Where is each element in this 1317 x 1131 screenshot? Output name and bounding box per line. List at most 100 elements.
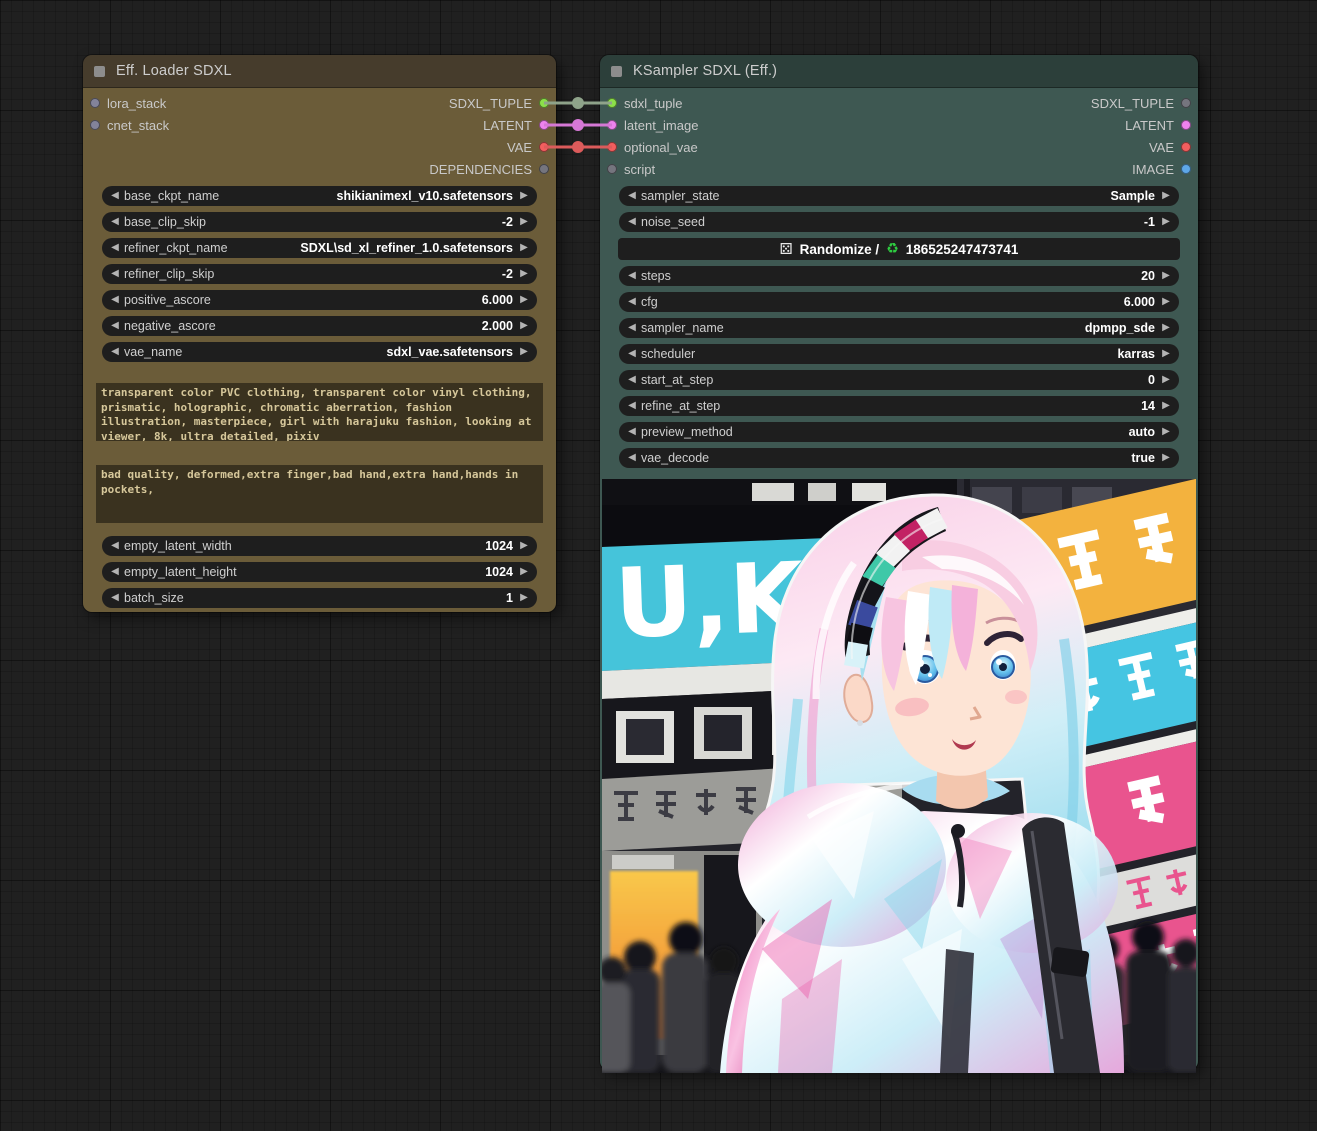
node-eff-loader-sdxl[interactable]: Eff. Loader SDXL lora_stack SDXL_TUPLE [83,55,556,612]
increment-arrow-icon[interactable]: ▶ [1158,344,1174,364]
widget-empty-latent-width[interactable]: ◀ empty_latent_width 1024 ▶ [102,536,537,556]
port-dot-icon[interactable] [1181,120,1191,130]
output-port-latent[interactable]: LATENT [483,118,549,133]
graph-canvas[interactable]: Eff. Loader SDXL lora_stack SDXL_TUPLE [0,0,1317,1131]
decrement-arrow-icon[interactable]: ◀ [107,238,123,258]
decrement-arrow-icon[interactable]: ◀ [624,448,640,468]
port-dot-icon[interactable] [607,98,617,108]
increment-arrow-icon[interactable]: ▶ [1158,396,1174,416]
widget-batch-size[interactable]: ◀ batch_size 1 ▶ [102,588,537,608]
randomize-seed-button[interactable]: ⚄ Randomize / ♻ 186525247473741 [618,238,1180,260]
preview-image: U,K [602,479,1196,1073]
widget-base-clip-skip[interactable]: ◀ base_clip_skip -2 ▶ [102,212,537,232]
port-dot-icon[interactable] [1181,98,1191,108]
widget-steps[interactable]: ◀ steps 20 ▶ [619,266,1179,286]
collapse-box-icon[interactable] [94,66,105,77]
increment-arrow-icon[interactable]: ▶ [1158,266,1174,286]
widget-empty-latent-height[interactable]: ◀ empty_latent_height 1024 ▶ [102,562,537,582]
output-port-vae[interactable]: VAE [1149,140,1191,155]
output-port-dependencies[interactable]: DEPENDENCIES [429,162,549,177]
output-port-image[interactable]: IMAGE [1132,162,1191,177]
widget-preview-method[interactable]: ◀ preview_method auto ▶ [619,422,1179,442]
widget-cfg[interactable]: ◀ cfg 6.000 ▶ [619,292,1179,312]
increment-arrow-icon[interactable]: ▶ [1158,448,1174,468]
decrement-arrow-icon[interactable]: ◀ [107,186,123,206]
decrement-arrow-icon[interactable]: ◀ [107,588,123,608]
increment-arrow-icon[interactable]: ▶ [1158,186,1174,206]
increment-arrow-icon[interactable]: ▶ [1158,212,1174,232]
output-port-sdxl-tuple[interactable]: SDXL_TUPLE [1091,96,1191,111]
node-header[interactable]: Eff. Loader SDXL [83,55,556,88]
widget-sampler-name[interactable]: ◀ sampler_name dpmpp_sde ▶ [619,318,1179,338]
increment-arrow-icon[interactable]: ▶ [1158,370,1174,390]
decrement-arrow-icon[interactable]: ◀ [624,396,640,416]
decrement-arrow-icon[interactable]: ◀ [624,292,640,312]
widget-noise-seed[interactable]: ◀ noise_seed -1 ▶ [619,212,1179,232]
port-dot-icon[interactable] [90,98,100,108]
port-dot-icon[interactable] [607,120,617,130]
decrement-arrow-icon[interactable]: ◀ [624,422,640,442]
increment-arrow-icon[interactable]: ▶ [516,316,532,336]
widget-refiner-ckpt-name[interactable]: ◀ refiner_ckpt_name SDXL\sd_xl_refiner_1… [102,238,537,258]
decrement-arrow-icon[interactable]: ◀ [107,290,123,310]
increment-arrow-icon[interactable]: ▶ [516,238,532,258]
increment-arrow-icon[interactable]: ▶ [1158,422,1174,442]
decrement-arrow-icon[interactable]: ◀ [624,370,640,390]
input-port-optional-vae[interactable]: optional_vae [607,140,698,155]
widget-vae-name[interactable]: ◀ vae_name sdxl_vae.safetensors ▶ [102,342,537,362]
decrement-arrow-icon[interactable]: ◀ [624,344,640,364]
port-dot-icon[interactable] [90,120,100,130]
output-port-latent[interactable]: LATENT [1125,118,1191,133]
widget-scheduler[interactable]: ◀ scheduler karras ▶ [619,344,1179,364]
increment-arrow-icon[interactable]: ▶ [516,342,532,362]
widget-start-at-step[interactable]: ◀ start_at_step 0 ▶ [619,370,1179,390]
decrement-arrow-icon[interactable]: ◀ [107,342,123,362]
decrement-arrow-icon[interactable]: ◀ [107,562,123,582]
input-port-latent-image[interactable]: latent_image [607,118,698,133]
port-dot-icon[interactable] [607,164,617,174]
input-port-cnet-stack[interactable]: cnet_stack [90,118,169,133]
increment-arrow-icon[interactable]: ▶ [516,186,532,206]
port-dot-icon[interactable] [1181,164,1191,174]
decrement-arrow-icon[interactable]: ◀ [107,316,123,336]
port-dot-icon[interactable] [1181,142,1191,152]
widget-sampler-state[interactable]: ◀ sampler_state Sample ▶ [619,186,1179,206]
node-header[interactable]: KSampler SDXL (Eff.) [600,55,1198,88]
decrement-arrow-icon[interactable]: ◀ [624,266,640,286]
node-ksampler-sdxl-eff[interactable]: KSampler SDXL (Eff.) sdxl_tuple SDXL_TUP… [600,55,1198,1070]
widget-base-ckpt-name[interactable]: ◀ base_ckpt_name shikianimexl_v10.safete… [102,186,537,206]
increment-arrow-icon[interactable]: ▶ [1158,318,1174,338]
increment-arrow-icon[interactable]: ▶ [516,290,532,310]
port-dot-icon[interactable] [539,120,549,130]
positive-prompt-textarea[interactable]: transparent color PVC clothing, transpar… [96,383,543,441]
collapse-box-icon[interactable] [611,66,622,77]
increment-arrow-icon[interactable]: ▶ [516,588,532,608]
widget-refine-at-step[interactable]: ◀ refine_at_step 14 ▶ [619,396,1179,416]
increment-arrow-icon[interactable]: ▶ [516,562,532,582]
port-dot-icon[interactable] [539,98,549,108]
input-port-lora-stack[interactable]: lora_stack [90,96,166,111]
input-port-script[interactable]: script [607,162,655,177]
port-label: VAE [507,140,532,155]
widget-refiner-clip-skip[interactable]: ◀ refiner_clip_skip -2 ▶ [102,264,537,284]
increment-arrow-icon[interactable]: ▶ [516,212,532,232]
decrement-arrow-icon[interactable]: ◀ [624,212,640,232]
widget-negative-ascore[interactable]: ◀ negative_ascore 2.000 ▶ [102,316,537,336]
output-port-sdxl-tuple[interactable]: SDXL_TUPLE [449,96,549,111]
decrement-arrow-icon[interactable]: ◀ [624,186,640,206]
decrement-arrow-icon[interactable]: ◀ [107,264,123,284]
negative-prompt-textarea[interactable]: bad quality, deformed,extra finger,bad h… [96,465,543,523]
increment-arrow-icon[interactable]: ▶ [516,536,532,556]
port-dot-icon[interactable] [607,142,617,152]
output-port-vae[interactable]: VAE [507,140,549,155]
widget-positive-ascore[interactable]: ◀ positive_ascore 6.000 ▶ [102,290,537,310]
port-dot-icon[interactable] [539,142,549,152]
port-dot-icon[interactable] [539,164,549,174]
input-port-sdxl-tuple[interactable]: sdxl_tuple [607,96,683,111]
decrement-arrow-icon[interactable]: ◀ [107,536,123,556]
increment-arrow-icon[interactable]: ▶ [516,264,532,284]
widget-vae-decode[interactable]: ◀ vae_decode true ▶ [619,448,1179,468]
increment-arrow-icon[interactable]: ▶ [1158,292,1174,312]
decrement-arrow-icon[interactable]: ◀ [107,212,123,232]
decrement-arrow-icon[interactable]: ◀ [624,318,640,338]
